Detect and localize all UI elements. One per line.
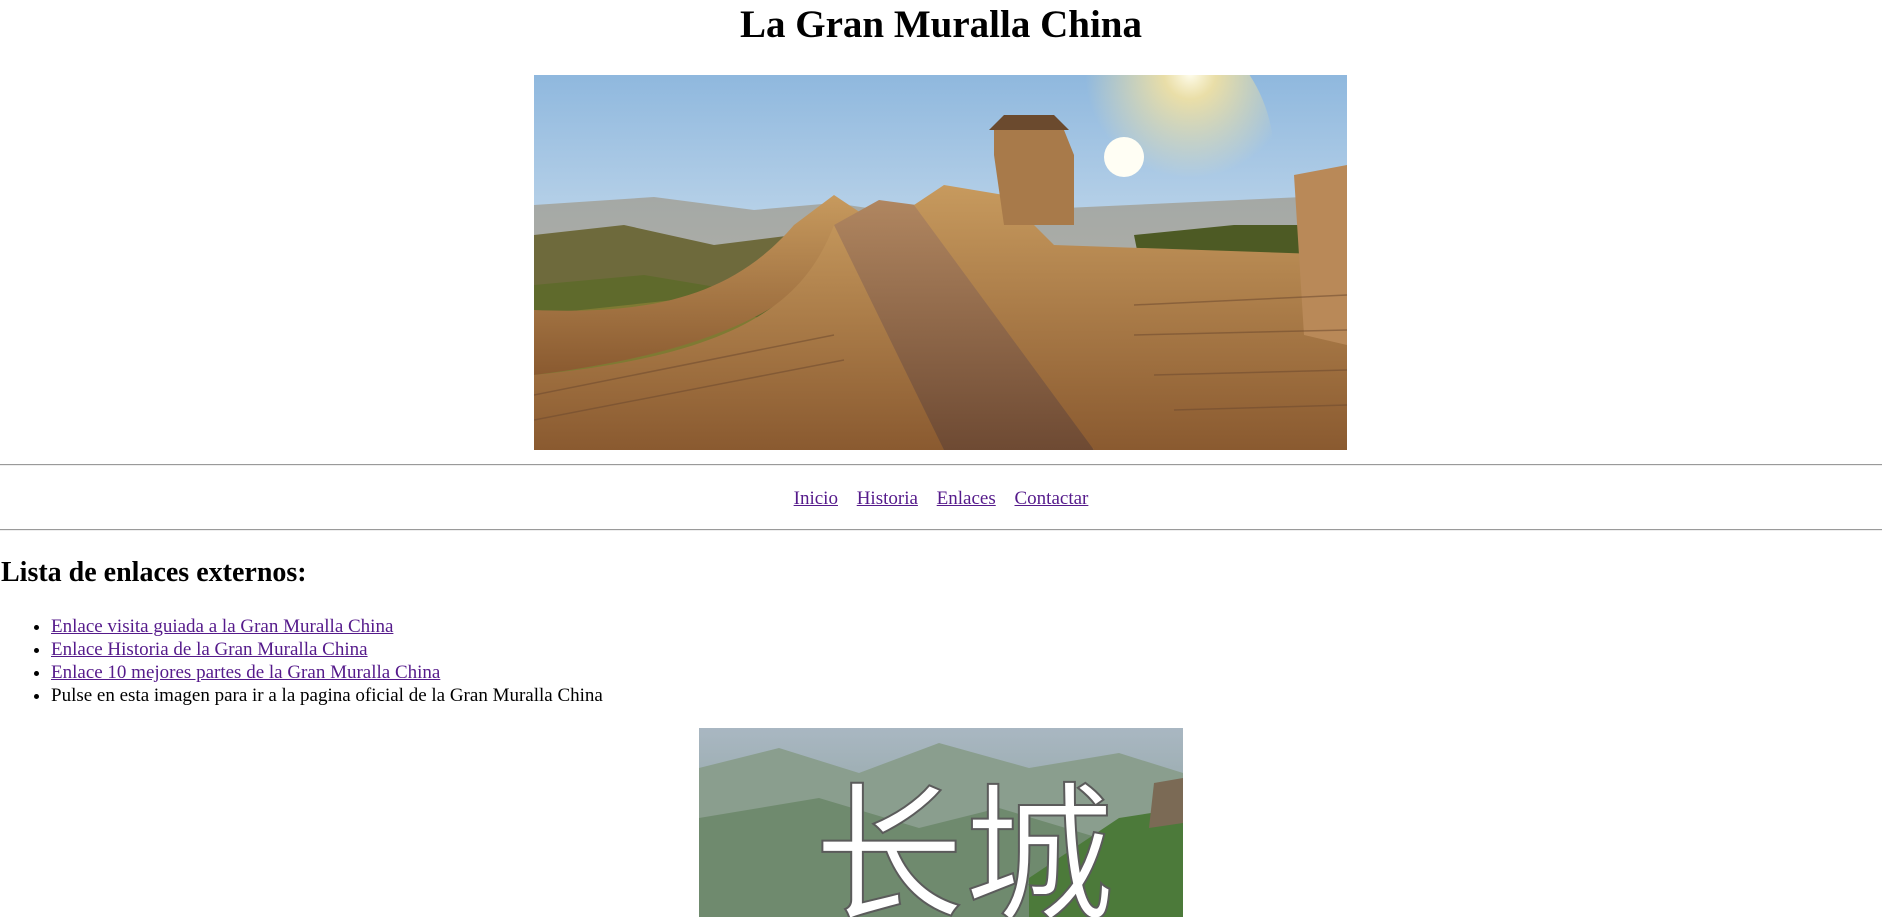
nav-link-enlaces[interactable]: Enlaces <box>937 488 996 509</box>
list-item: Enlace visita guiada a la Gran Muralla C… <box>51 615 603 638</box>
links-heading: Lista de enlaces externos: <box>1 557 307 588</box>
great-wall-hero-image <box>534 75 1347 450</box>
list-item: Enlace Historia de la Gran Muralla China <box>51 638 603 661</box>
external-links-list: Enlace visita guiada a la Gran Muralla C… <box>0 615 603 707</box>
nav-link-inicio[interactable]: Inicio <box>794 488 838 509</box>
bottom-divider <box>0 529 1882 531</box>
nav-link-contactar[interactable]: Contactar <box>1015 488 1089 509</box>
link-guided-tour[interactable]: Enlace visita guiada a la Gran Muralla C… <box>51 616 393 637</box>
official-site-image-link[interactable]: 长城 <box>699 728 1183 917</box>
list-item: Enlace 10 mejores partes de la Gran Mura… <box>51 661 603 684</box>
list-item: Pulse en esta imagen para ir a la pagina… <box>51 684 603 707</box>
top-divider <box>0 464 1882 466</box>
official-image-glyphs: 长城 <box>814 770 1114 917</box>
official-site-instruction: Pulse en esta imagen para ir a la pagina… <box>51 685 603 706</box>
link-top-10-parts[interactable]: Enlace 10 mejores partes de la Gran Mura… <box>51 662 440 683</box>
link-history[interactable]: Enlace Historia de la Gran Muralla China <box>51 639 368 660</box>
nav-link-historia[interactable]: Historia <box>857 488 918 509</box>
main-nav: Inicio Historia Enlaces Contactar <box>0 487 1882 511</box>
page-title: La Gran Muralla China <box>740 3 1142 46</box>
